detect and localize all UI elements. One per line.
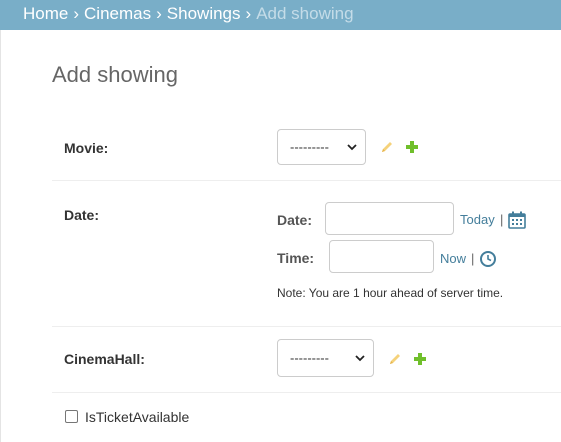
movie-select[interactable]: --------- [277, 129, 366, 165]
shortcut-separator: | [471, 251, 475, 266]
plus-icon[interactable] [404, 139, 420, 155]
chevron-down-icon [347, 144, 357, 151]
plus-icon[interactable] [412, 351, 428, 367]
cinema-hall-select[interactable]: --------- [277, 339, 374, 377]
is-ticket-available-checkbox[interactable] [65, 410, 78, 423]
pencil-icon[interactable] [379, 139, 395, 155]
row-divider [52, 180, 561, 181]
breadcrumb-separator: › [245, 4, 252, 23]
row-divider [52, 392, 561, 393]
is-ticket-available-label[interactable]: IsTicketAvailable [85, 409, 189, 425]
cinema-hall-select-value: --------- [290, 350, 329, 366]
breadcrumb: Home › Cinemas › Showings › Add showing [0, 0, 561, 30]
row-divider [52, 326, 561, 327]
time-label: Time: [277, 250, 315, 266]
date-input[interactable] [325, 202, 454, 235]
breadcrumb-home[interactable]: Home [23, 4, 68, 23]
breadcrumb-separator: › [156, 4, 162, 23]
date-field-label: Date: [64, 207, 100, 223]
movie-label: Movie: [64, 140, 109, 156]
breadcrumb-showings[interactable]: Showings [167, 4, 241, 23]
clock-icon[interactable] [479, 250, 497, 268]
timezone-note: Note: You are 1 hour ahead of server tim… [277, 286, 504, 300]
cinema-hall-label: CinemaHall: [64, 351, 145, 367]
pencil-icon[interactable] [387, 351, 403, 367]
date-label: Date: [277, 212, 313, 228]
breadcrumb-cinemas[interactable]: Cinemas [84, 4, 151, 23]
today-link[interactable]: Today [460, 212, 495, 227]
time-input[interactable] [329, 240, 434, 273]
breadcrumb-current: Add showing [256, 4, 354, 23]
content-divider [0, 30, 1, 442]
breadcrumb-separator: › [73, 4, 80, 23]
calendar-icon[interactable] [507, 210, 527, 230]
page-title: Add showing [52, 62, 178, 87]
movie-select-value: --------- [290, 139, 329, 155]
chevron-down-icon [355, 355, 365, 362]
shortcut-separator: | [500, 212, 504, 227]
now-link[interactable]: Now [440, 251, 466, 266]
